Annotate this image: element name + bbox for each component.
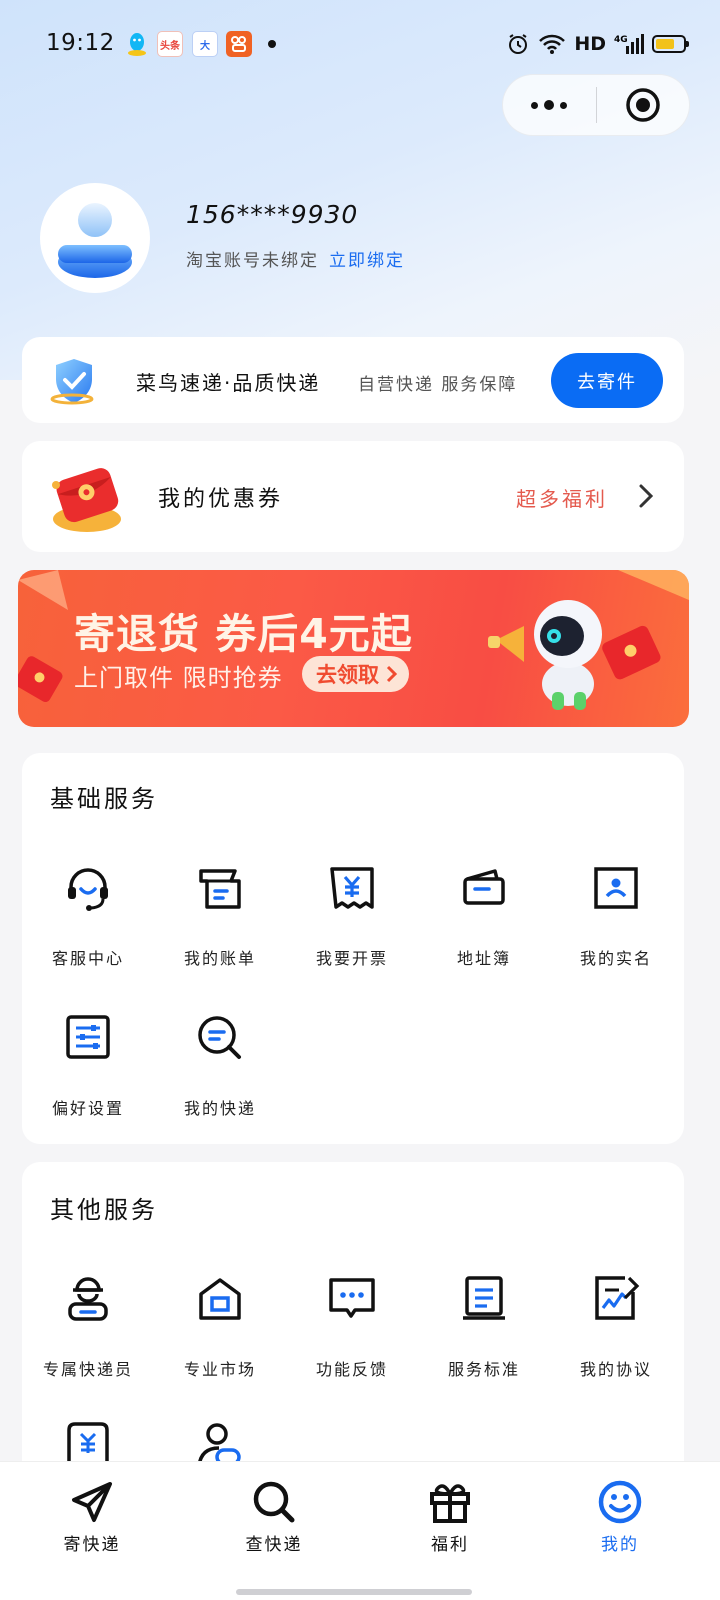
tab-send[interactable]: 寄快递 [12, 1462, 172, 1600]
return-shipping-banner[interactable]: 寄退货 券后4元起 上门取件 限时抢券 去领取 [18, 570, 689, 727]
tab-mine[interactable]: 我的 [540, 1462, 700, 1600]
other-services-section: 其他服务 专属快递员 专业市场 功能反馈 服务标准 我的协议 [22, 1162, 684, 1492]
search-package-icon [198, 1016, 241, 1059]
toutiao-icon: 头条 [157, 31, 183, 57]
service-label: 我要开票 [315, 949, 388, 968]
service-label: 地址簿 [456, 949, 511, 968]
basic-services-title: 基础服务 [50, 785, 158, 813]
service-address-book[interactable]: 地址簿 [418, 863, 550, 993]
gift-icon [430, 1484, 470, 1523]
service-dedicated-courier[interactable]: 专属快递员 [22, 1274, 154, 1404]
service-label: 客服中心 [51, 949, 124, 968]
tab-label: 查快递 [245, 1535, 303, 1555]
promo-card: 菜鸟速递·品质快递 自营快递 服务保障 去寄件 [22, 337, 684, 423]
avatar[interactable] [40, 183, 150, 293]
network-hd: HD [574, 33, 606, 55]
other-services-title: 其他服务 [50, 1196, 158, 1224]
kuaishou-icon [226, 31, 252, 57]
market-icon [199, 1278, 241, 1320]
qq-icon [124, 31, 150, 57]
tab-benefits[interactable]: 福利 [370, 1462, 530, 1600]
service-label: 专属快递员 [42, 1360, 133, 1379]
service-label: 偏好设置 [51, 1099, 124, 1118]
bind-status: 淘宝账号未绑定 立即绑定 [186, 246, 405, 271]
shield-icon [48, 355, 100, 411]
service-preferences[interactable]: 偏好设置 [22, 1013, 154, 1143]
service-label: 我的协议 [579, 1360, 652, 1379]
service-label: 专业市场 [183, 1360, 256, 1379]
more-button[interactable] [503, 75, 596, 135]
banner-headline: 寄退货 券后4元起 [74, 610, 413, 658]
service-label: 我的账单 [183, 949, 256, 968]
banner-subline: 上门取件 限时抢券 [74, 664, 283, 692]
close-miniapp-button[interactable] [597, 75, 690, 135]
red-packet-icon [48, 461, 126, 539]
tab-label: 寄快递 [63, 1535, 121, 1555]
service-my-bill[interactable]: 我的账单 [154, 863, 286, 993]
service-standards[interactable]: 服务标准 [418, 1274, 550, 1404]
chevron-right-icon [636, 481, 656, 515]
id-card-icon [594, 867, 638, 909]
service-agreements[interactable]: 我的协议 [550, 1274, 682, 1404]
send-icon [72, 1482, 112, 1522]
service-label: 我的实名 [579, 949, 652, 968]
miniapp-capsule [502, 74, 690, 136]
mascot-robot-icon [488, 592, 618, 716]
bind-status-text: 淘宝账号未绑定 [186, 251, 319, 271]
standard-icon [463, 1276, 505, 1320]
target-icon [626, 88, 660, 122]
invoice-icon [330, 867, 374, 909]
feedback-icon [329, 1278, 375, 1318]
tab-track[interactable]: 查快递 [194, 1462, 354, 1600]
send-package-button[interactable]: 去寄件 [551, 353, 663, 408]
address-book-icon [463, 869, 505, 905]
signal-icon: 4G [614, 34, 644, 54]
home-indicator [236, 1589, 472, 1595]
coupon-title: 我的优惠券 [158, 487, 284, 512]
service-customer-center[interactable]: 客服中心 [22, 863, 154, 993]
user-phone: 156****9930 [186, 200, 359, 229]
baidu-icon: 大 [192, 31, 218, 57]
service-feedback[interactable]: 功能反馈 [286, 1274, 418, 1404]
headset-icon [68, 868, 108, 911]
service-real-name[interactable]: 我的实名 [550, 863, 682, 993]
basic-services-section: 基础服务 客服中心 我的账单 我要开票 地址簿 我的实名 偏好设置 我的快递 [22, 753, 684, 1144]
promo-title: 菜鸟速递·品质快递 [136, 371, 321, 395]
service-invoice[interactable]: 我要开票 [286, 863, 418, 993]
service-my-packages[interactable]: 我的快递 [154, 1013, 286, 1143]
notification-dot [268, 40, 276, 48]
service-label: 功能反馈 [315, 1360, 388, 1379]
service-pro-market[interactable]: 专业市场 [154, 1274, 286, 1404]
tab-label: 福利 [431, 1535, 469, 1555]
tab-label: 我的 [601, 1535, 639, 1555]
status-time: 19:12 [46, 30, 115, 56]
battery-icon [652, 35, 689, 53]
agreement-icon [595, 1276, 640, 1320]
wifi-icon [539, 34, 566, 54]
bind-now-link[interactable]: 立即绑定 [329, 251, 405, 271]
status-right: HD 4G [506, 28, 689, 60]
settings-sliders-icon [66, 1015, 110, 1059]
svg-text:4G: 4G [614, 35, 628, 45]
bottom-tab-bar: 寄快递 查快递 福利 我的 [0, 1461, 720, 1600]
bill-icon [199, 869, 241, 909]
alarm-icon [509, 34, 528, 54]
smile-icon [598, 1480, 642, 1524]
promo-subtitle: 自营快递 服务保障 [358, 375, 518, 395]
coupon-benefits: 超多福利 [516, 487, 608, 511]
courier-icon [68, 1277, 108, 1321]
claim-coupon-label: 去领取 [316, 663, 379, 687]
service-label: 我的快递 [183, 1099, 256, 1118]
search-icon [253, 1481, 295, 1523]
coupon-card[interactable]: 我的优惠券 超多福利 [22, 441, 684, 552]
service-label: 服务标准 [447, 1360, 520, 1379]
chevron-right-icon [386, 665, 398, 683]
claim-coupon-button[interactable]: 去领取 [302, 656, 409, 692]
